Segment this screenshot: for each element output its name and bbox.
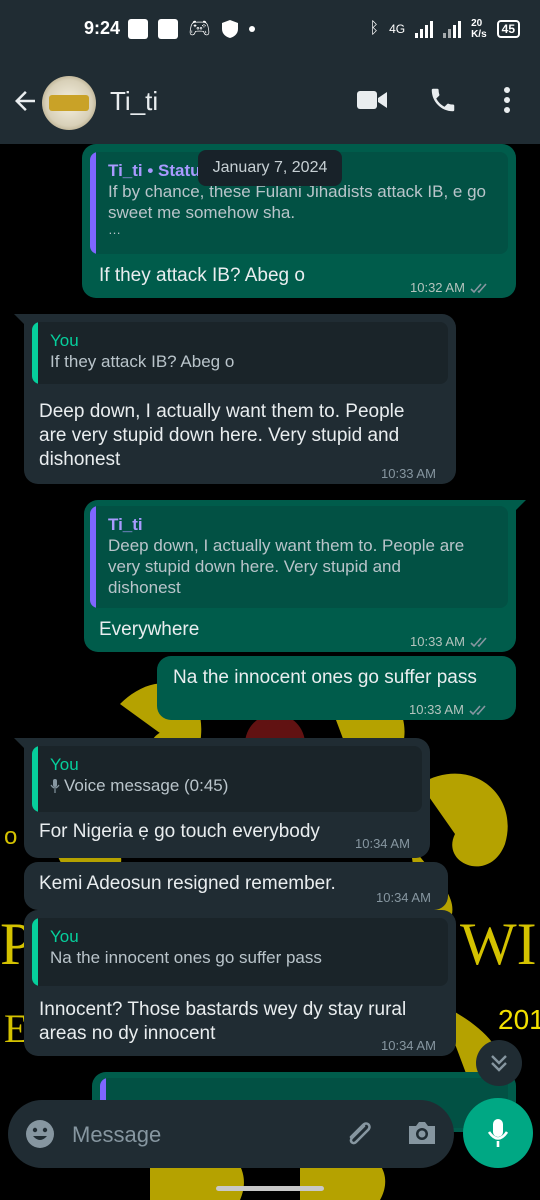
avatar[interactable] [42, 76, 96, 130]
scroll-to-bottom-button[interactable] [476, 1040, 522, 1086]
quote-text: If by chance, these Fulani Jihadists att… [108, 182, 486, 222]
message-text: Everywhere [99, 619, 200, 640]
message-timestamp: 10:33 AM [381, 466, 436, 481]
quote-more: … [108, 222, 121, 237]
message-outgoing[interactable]: Ti_ti Deep down, I actually want them to… [84, 500, 516, 652]
quote-text-line: very stupid down here. Very stupid and [108, 557, 401, 576]
quoted-voice-message[interactable]: You Voice message (0:45) [32, 746, 422, 812]
signal-icon [415, 20, 434, 38]
message-text: If they attack IB? Abeg o [99, 265, 305, 286]
date-chip: January 7, 2024 [198, 150, 342, 186]
message-incoming[interactable]: Kemi Adeosun resigned remember. 10:34 AM [24, 862, 448, 910]
svg-text:o: o [4, 823, 17, 850]
message-text: Na the innocent ones go suffer pass [173, 667, 477, 688]
message-timestamp: 10:34 AM [376, 890, 431, 905]
read-ticks-icon [469, 705, 486, 716]
message-incoming[interactable]: You Na the innocent ones go suffer pass … [24, 910, 456, 1056]
message-text: Innocent? Those bastards wey dy stay rur… [39, 999, 407, 1044]
message-timestamp: 10:33 AM [410, 630, 492, 654]
quote-author: You [50, 331, 79, 350]
notification-icons: 🎮︎ [128, 18, 255, 39]
read-ticks-icon [470, 283, 487, 294]
shield-icon [221, 19, 238, 38]
quote-text: If they attack IB? Abeg o [50, 352, 235, 371]
system-icons: ᛒ 4G 20 K/s 45 [369, 18, 520, 40]
message-input[interactable]: Message [72, 1122, 161, 1148]
message-timestamp: 10:33 AM [409, 698, 491, 722]
chat-area[interactable]: P WI E 201 o Ti_ti • Status If by chance… [0, 144, 540, 1200]
message-incoming[interactable]: You Voice message (0:45) For Nigeria ẹ g… [24, 738, 430, 858]
quote-author: You [50, 927, 79, 946]
app-notification-icon [158, 18, 178, 39]
message-text: Kemi Adeosun resigned remember. [39, 873, 336, 894]
quoted-message[interactable]: You If they attack IB? Abeg o [32, 322, 448, 384]
quoted-message[interactable]: Ti_ti Deep down, I actually want them to… [90, 506, 508, 608]
message-timestamp: 10:34 AM [381, 1038, 436, 1053]
message-text: Deep down, I actually want them to. Peop… [39, 401, 405, 470]
battery-icon: 45 [496, 20, 520, 38]
microphone-icon [50, 778, 60, 793]
status-time: 9:24 [84, 18, 121, 38]
network-type: 4G [389, 22, 406, 36]
message-timestamp: 10:32 AM [410, 276, 492, 300]
svg-text:201: 201 [498, 1004, 540, 1035]
quote-voice: Voice message (0:45) [50, 775, 412, 796]
camera-icon[interactable] [406, 1118, 438, 1148]
message-notification-icon [128, 18, 148, 39]
svg-text:WI: WI [460, 911, 537, 977]
more-notifications-dot [248, 25, 255, 32]
attach-icon[interactable] [342, 1118, 376, 1152]
quote-author: You [50, 755, 79, 774]
message-incoming[interactable]: You If they attack IB? Abeg o Deep down,… [24, 314, 456, 484]
quote-text-line: dishonest [108, 578, 181, 597]
gamepad-icon: 🎮︎ [188, 18, 211, 38]
navigation-handle[interactable] [216, 1186, 324, 1191]
emoji-icon[interactable] [24, 1118, 56, 1150]
net-speed: 20 K/s [471, 18, 487, 40]
message-input-bar: Message [8, 1100, 454, 1168]
quoted-message[interactable]: You Na the innocent ones go suffer pass [32, 918, 448, 986]
voice-record-button[interactable] [463, 1098, 533, 1168]
quote-text: Na the innocent ones go suffer pass [50, 948, 322, 967]
bluetooth-icon: ᛒ [369, 20, 380, 37]
microphone-icon [487, 1119, 509, 1147]
signal-icon-2 [443, 20, 462, 38]
message-timestamp: 10:34 AM [355, 836, 410, 851]
message-text: For Nigeria ẹ go touch everybody [39, 821, 320, 842]
quote-text-line: Deep down, I actually want them to. Peop… [108, 536, 465, 555]
status-bar: 9:24 🎮︎ ᛒ 4G 20 K/s 45 [0, 0, 540, 60]
avatar-logo [49, 95, 89, 111]
more-options-icon[interactable] [496, 85, 518, 115]
read-ticks-icon [470, 637, 487, 648]
message-outgoing[interactable]: Na the innocent ones go suffer pass 10:3… [157, 656, 516, 720]
quote-author: Ti_ti [108, 515, 143, 534]
chat-header: Ti_ti [0, 60, 540, 144]
video-call-icon[interactable] [356, 88, 388, 112]
voice-call-icon[interactable] [428, 85, 458, 115]
double-chevron-down-icon [491, 1055, 507, 1072]
back-arrow-icon[interactable] [10, 86, 40, 116]
contact-name[interactable]: Ti_ti [110, 86, 158, 117]
